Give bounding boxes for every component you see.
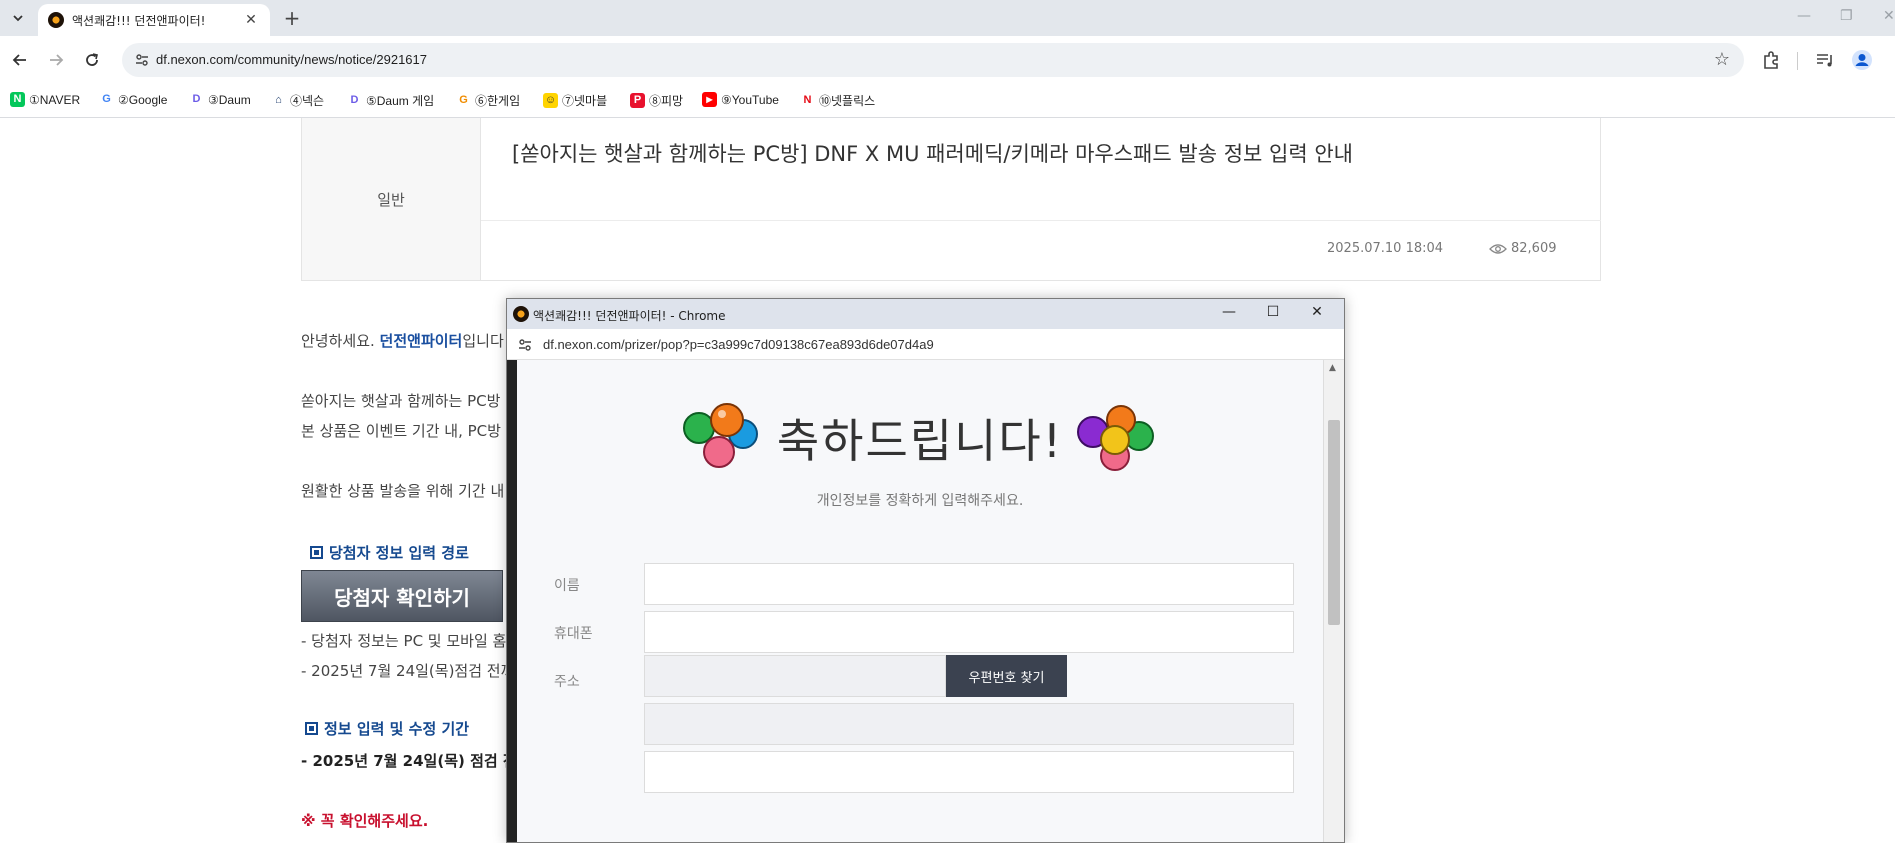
tab-strip: 액션쾌감!!! 던전앤파이터! ✕ + — ❐ ✕: [0, 0, 1895, 36]
daum-icon: D: [189, 92, 204, 107]
tab-search-button[interactable]: [6, 6, 30, 30]
address-label: 주소: [554, 674, 580, 690]
back-arrow-icon[interactable]: [8, 48, 32, 72]
new-tab-button[interactable]: +: [280, 7, 304, 31]
minimize-icon[interactable]: —: [1797, 8, 1811, 24]
forward-arrow-icon[interactable]: [44, 48, 68, 72]
congrats-banner: 축하드립니다!: [517, 402, 1323, 474]
notice-meta: 2025.07.10 18:04 82,609: [481, 220, 1601, 280]
popup-maximize-icon[interactable]: ☐: [1261, 304, 1285, 324]
address-detail-field[interactable]: [644, 751, 1294, 793]
balloons-right-icon: [1077, 405, 1155, 471]
warning-text: ※ 꼭 확인해주세요.: [301, 812, 429, 830]
site-info-icon[interactable]: [517, 337, 533, 353]
bookmark-daum-game[interactable]: D ⑤Daum 게임: [347, 92, 434, 109]
notice-header: 일반 [쏟아지는 햇살과 함께하는 PC방] DNF X MU 패러메딕/키메라…: [301, 118, 1601, 281]
body-line: 쏟아지는 햇살과 함께하는 PC방: [301, 392, 501, 410]
close-window-icon[interactable]: ✕: [1883, 8, 1895, 24]
notice-views: 82,609: [1489, 241, 1557, 256]
nexon-icon: ⌂: [271, 93, 286, 108]
popup-minimize-icon[interactable]: —: [1217, 304, 1241, 324]
tab-close-icon[interactable]: ✕: [242, 12, 260, 28]
notice-date: 2025.07.10 18:04: [1327, 241, 1444, 256]
pmang-icon: P: [630, 93, 645, 108]
bookmark-google[interactable]: G ②Google: [99, 92, 167, 107]
bookmark-naver[interactable]: N ①NAVER: [10, 92, 80, 107]
brand-name: 던전앤파이터: [379, 332, 463, 350]
greeting-text: 안녕하세요. 던전앤파이터입니다: [301, 332, 504, 350]
popup-address-bar[interactable]: df.nexon.com/prizer/pop?p=c3a999c7d09138…: [507, 329, 1344, 360]
address-field: [644, 703, 1294, 745]
bookmarks-bar: N ①NAVER G ②Google D ③Daum ⌂ ④넥슨 D ⑤Daum 게임 G…: [0, 84, 1895, 118]
body-line: 원활한 상품 발송을 위해 기간 내: [301, 482, 505, 500]
tab-title: 액션쾌감!!! 던전앤파이터!: [72, 13, 206, 28]
phone-field[interactable]: [644, 611, 1294, 653]
google-icon: G: [99, 92, 114, 107]
bookmark-nexon[interactable]: ⌂ ④넥슨: [271, 92, 324, 109]
dnf-favicon-icon: [48, 12, 64, 28]
profile-avatar-icon[interactable]: [1851, 49, 1873, 71]
popup-close-icon[interactable]: ✕: [1305, 304, 1329, 324]
bookmark-hangame[interactable]: G ⑥한게임: [456, 92, 520, 109]
toolbar-divider: [1797, 52, 1798, 70]
daum-game-icon: D: [347, 93, 362, 108]
notice-category: 일반: [302, 118, 481, 280]
form-subtitle: 개인정보를 정확하게 입력해주세요.: [816, 493, 1024, 509]
bookmark-netmarble[interactable]: ☺ ⑦넷마블: [543, 92, 607, 109]
section-heading: 정보 입력 및 수정 기간: [305, 718, 469, 739]
zipcode-field: [644, 655, 946, 697]
square-bullet-icon: [310, 546, 323, 559]
restore-icon[interactable]: ❐: [1840, 8, 1853, 24]
netmarble-icon: ☺: [543, 93, 558, 108]
address-bar[interactable]: df.nexon.com/community/news/notice/29216…: [122, 43, 1744, 77]
browser-toolbar: df.nexon.com/community/news/notice/29216…: [0, 36, 1895, 84]
popup-titlebar[interactable]: 액션쾌감!!! 던전앤파이터! - Chrome — ☐ ✕: [507, 299, 1344, 329]
section-heading: 당첨자 정보 입력 경로: [310, 542, 469, 563]
phone-label: 휴대폰: [554, 626, 593, 642]
browser-tab[interactable]: 액션쾌감!!! 던전앤파이터! ✕: [38, 4, 270, 36]
url-text: df.nexon.com/community/news/notice/29216…: [156, 52, 427, 67]
popup-window: 액션쾌감!!! 던전앤파이터! - Chrome — ☐ ✕ df.nexon.…: [506, 298, 1345, 843]
naver-icon: N: [10, 92, 25, 107]
congrats-heading: 축하드립니다!: [776, 414, 1064, 468]
popup-content: 축하드립니다! 개인정보를 정확하게 입력해주세요. 이름 휴대폰 주소 우편번…: [507, 360, 1344, 842]
popup-scrollbar[interactable]: ▲: [1323, 360, 1344, 842]
body-line: - 당첨자 정보는 PC 및 모바일 홈: [301, 632, 507, 650]
youtube-icon: ▶: [702, 92, 717, 107]
scroll-up-icon[interactable]: ▲: [1329, 363, 1336, 373]
eye-icon: [1489, 243, 1507, 254]
dnf-favicon-icon: [513, 306, 529, 322]
bookmark-daum[interactable]: D ③Daum: [189, 92, 251, 107]
site-info-icon[interactable]: [134, 52, 150, 68]
square-bullet-icon: [305, 722, 318, 735]
media-control-icon[interactable]: [1814, 49, 1836, 71]
prize-form: 축하드립니다! 개인정보를 정확하게 입력해주세요. 이름 휴대폰 주소 우편번…: [517, 360, 1323, 842]
balloons-left-icon: [682, 403, 758, 468]
notice-title: [쏟아지는 햇살과 함께하는 PC방] DNF X MU 패러메딕/키메라 마우…: [512, 142, 1353, 166]
name-label: 이름: [554, 578, 580, 594]
bookmark-netflix[interactable]: N ⑩넷플릭스: [800, 92, 875, 109]
reload-icon[interactable]: [80, 48, 104, 72]
body-line: - 2025년 7월 24일(목)점검 전까: [301, 662, 515, 680]
hangame-icon: G: [456, 93, 471, 108]
body-line: - 2025년 7월 24일(목) 점검 전: [301, 752, 517, 770]
scroll-thumb[interactable]: [1328, 420, 1340, 625]
bookmark-pmang[interactable]: P ⑧피망: [630, 92, 683, 109]
chevron-down-icon: [13, 15, 23, 22]
winner-check-button[interactable]: 당첨자 확인하기: [301, 570, 503, 622]
popup-url-text: df.nexon.com/prizer/pop?p=c3a999c7d09138…: [543, 337, 934, 352]
find-zipcode-button[interactable]: 우편번호 찾기: [946, 655, 1067, 697]
body-line: 본 상품은 이벤트 기간 내, PC방: [301, 422, 501, 440]
extensions-icon[interactable]: [1760, 49, 1782, 71]
name-field[interactable]: [644, 563, 1294, 605]
bookmark-star-icon[interactable]: ☆: [1714, 49, 1730, 70]
bookmark-youtube[interactable]: ▶ ⑨YouTube: [702, 92, 779, 107]
netflix-icon: N: [800, 93, 815, 108]
popup-title: 액션쾌감!!! 던전앤파이터! - Chrome: [533, 309, 726, 323]
